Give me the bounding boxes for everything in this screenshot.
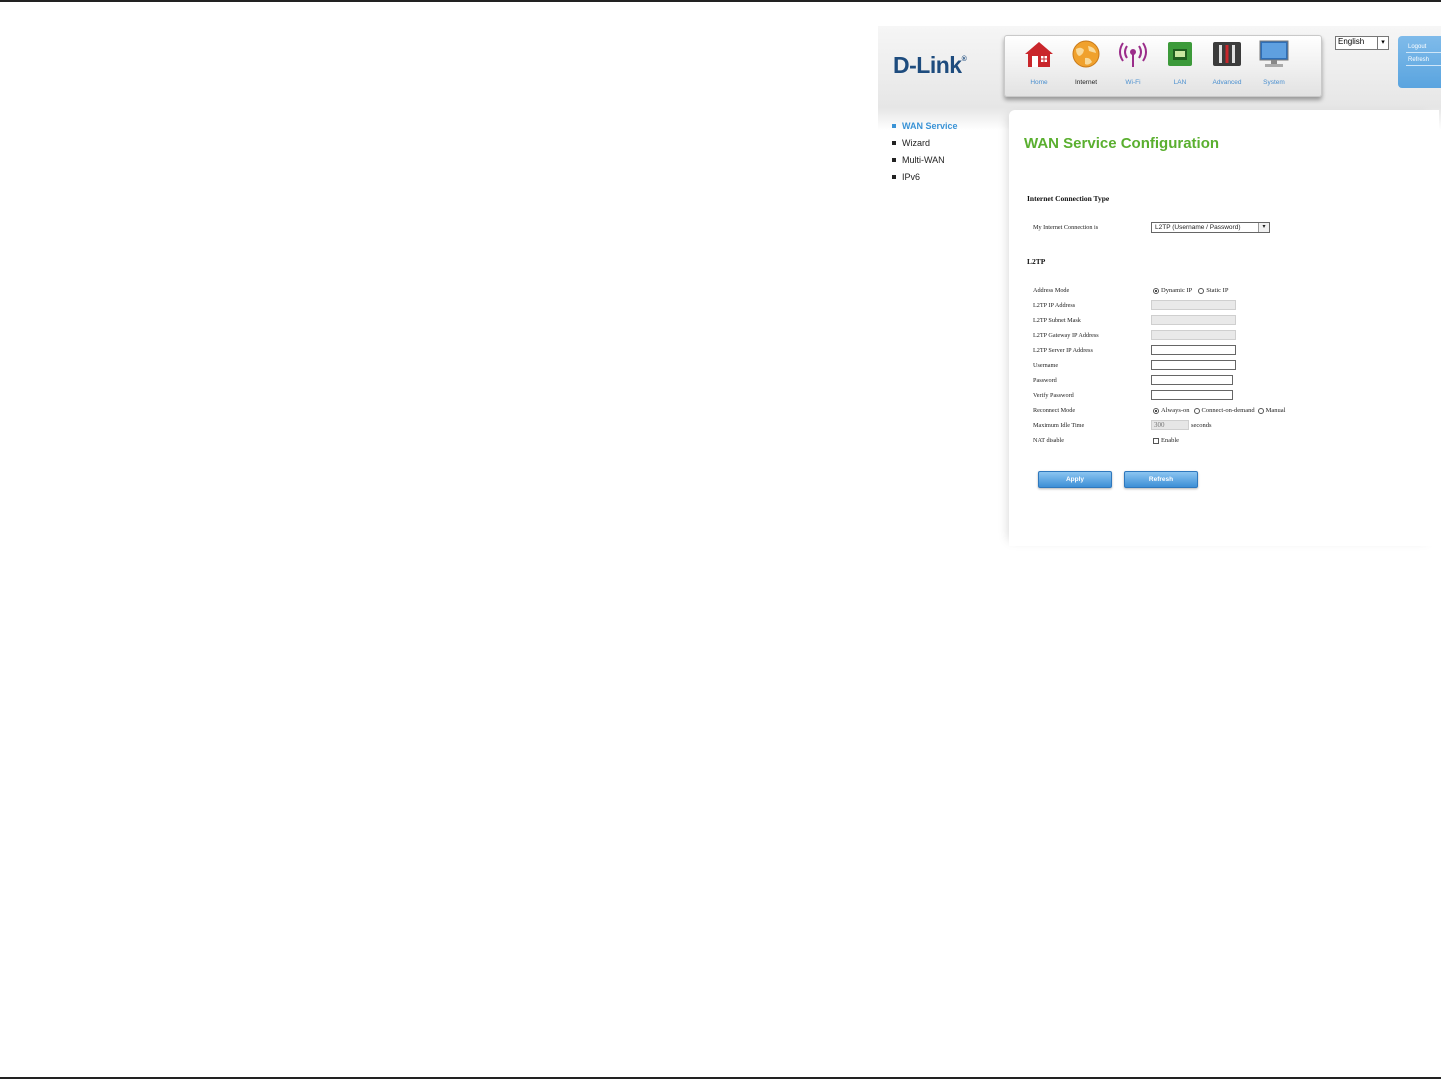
l2tp-gateway-label: L2TP Gateway IP Address bbox=[1033, 332, 1099, 339]
section-l2tp: L2TP bbox=[1027, 257, 1046, 266]
nat-enable-checkbox[interactable] bbox=[1153, 437, 1159, 444]
home-icon bbox=[1025, 42, 1053, 67]
dlink-logo: D-Link® bbox=[893, 52, 967, 78]
max-idle-label: Maximum Idle Time bbox=[1033, 422, 1085, 429]
connection-type-select[interactable]: L2TP (Username / Password) ▾ bbox=[1151, 222, 1270, 233]
chevron-down-icon: ▾ bbox=[1377, 37, 1388, 49]
password-label: Password bbox=[1033, 377, 1057, 384]
dynamic-ip-radio[interactable] bbox=[1153, 287, 1159, 294]
l2tp-server-input[interactable] bbox=[1151, 345, 1236, 355]
connection-type-label: My Internet Connection is bbox=[1033, 224, 1099, 231]
username-label: Username bbox=[1033, 362, 1059, 369]
nav-internet[interactable]: Internet bbox=[1066, 38, 1106, 92]
nat-disable-label: NAT disable bbox=[1033, 437, 1064, 444]
wifi-icon bbox=[1119, 42, 1147, 67]
monitor-icon bbox=[1259, 40, 1289, 67]
l2tp-ip-input[interactable] bbox=[1151, 300, 1236, 310]
max-idle-input[interactable]: 300 bbox=[1151, 420, 1189, 430]
globe-icon bbox=[1072, 40, 1100, 68]
address-mode-radios: Dynamic IP Static IP bbox=[1151, 287, 1228, 294]
chevron-down-icon: ▾ bbox=[1258, 223, 1269, 232]
nav-wifi[interactable]: Wi-Fi bbox=[1113, 38, 1153, 92]
verify-password-input[interactable] bbox=[1151, 390, 1233, 400]
account-panel: Logout Refresh bbox=[1398, 36, 1441, 88]
sidebar-item-ipv6[interactable]: IPv6 bbox=[892, 172, 958, 189]
top-nav: Home Internet Wi-Fi LAN Advanced System bbox=[1004, 35, 1322, 97]
language-select[interactable]: English ▾ bbox=[1335, 36, 1389, 50]
always-on-radio[interactable] bbox=[1153, 407, 1159, 414]
page-title: WAN Service Configuration bbox=[1024, 135, 1220, 152]
l2tp-subnet-input[interactable] bbox=[1151, 315, 1236, 325]
l2tp-ip-label: L2TP IP Address bbox=[1033, 302, 1076, 309]
manual-radio[interactable] bbox=[1257, 407, 1264, 414]
section-connection-type: Internet Connection Type bbox=[1027, 194, 1110, 203]
static-ip-radio[interactable] bbox=[1198, 287, 1205, 294]
nav-advanced[interactable]: Advanced bbox=[1207, 38, 1247, 92]
sidebar-item-wan-service[interactable]: WAN Service bbox=[892, 121, 958, 138]
logout-link[interactable]: Logout bbox=[1398, 36, 1441, 50]
nav-home[interactable]: Home bbox=[1019, 38, 1059, 92]
verify-password-label: Verify Password bbox=[1033, 392, 1074, 399]
connect-on-demand-radio[interactable] bbox=[1193, 407, 1200, 414]
nav-lan[interactable]: LAN bbox=[1160, 38, 1200, 92]
lan-icon bbox=[1168, 42, 1192, 66]
l2tp-gateway-input[interactable] bbox=[1151, 330, 1236, 340]
tools-icon bbox=[1213, 42, 1241, 66]
bottom-rule bbox=[0, 1077, 1441, 1079]
nav-system[interactable]: System bbox=[1254, 38, 1294, 92]
address-mode-label: Address Mode bbox=[1033, 287, 1070, 294]
password-input[interactable] bbox=[1151, 375, 1233, 385]
l2tp-subnet-label: L2TP Subnet Mask bbox=[1033, 317, 1081, 324]
apply-button[interactable]: Apply bbox=[1038, 471, 1112, 488]
sidebar-item-multi-wan[interactable]: Multi-WAN bbox=[892, 155, 958, 172]
refresh-link[interactable]: Refresh bbox=[1398, 53, 1441, 63]
l2tp-server-label: L2TP Server IP Address bbox=[1033, 347, 1093, 354]
username-input[interactable] bbox=[1151, 360, 1236, 370]
content-panel: WAN Service Configuration Internet Conne… bbox=[1009, 110, 1439, 546]
reconnect-mode-label: Reconnect Mode bbox=[1033, 407, 1076, 414]
router-admin-ui: D-Link® Home Internet Wi-Fi LAN Advanced… bbox=[878, 26, 1441, 546]
reconnect-mode-radios: Always-on Connect-on-demand Manual bbox=[1151, 407, 1285, 414]
refresh-button[interactable]: Refresh bbox=[1124, 471, 1198, 488]
sidebar-item-wizard[interactable]: Wizard bbox=[892, 138, 958, 155]
sidebar-menu: WAN Service Wizard Multi-WAN IPv6 bbox=[892, 121, 958, 189]
top-rule bbox=[0, 0, 1441, 2]
